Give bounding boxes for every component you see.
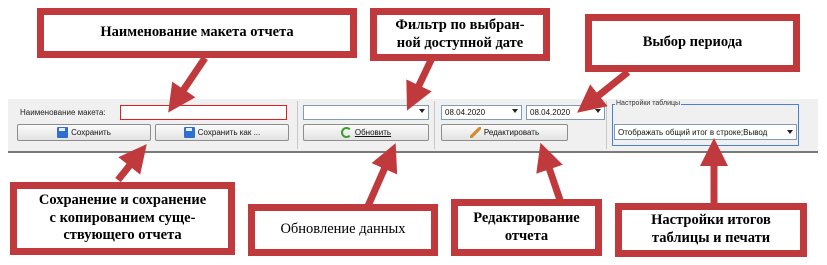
arrow-report-name bbox=[168, 56, 208, 113]
arrow-edit bbox=[536, 142, 564, 202]
arrow-date-filter bbox=[406, 56, 436, 111]
callout-date-filter: Фильтр по выбран- ной доступной дате bbox=[370, 8, 550, 61]
arrow-period bbox=[577, 69, 631, 113]
callout-period: Выбор периода bbox=[585, 14, 800, 72]
callout-report-name: Наименование макета отчета bbox=[37, 8, 357, 58]
callout-refresh: Обновление данных bbox=[248, 204, 438, 256]
callout-settings: Настройки итогов таблицы и печати bbox=[615, 203, 807, 257]
arrow-save bbox=[115, 144, 147, 183]
callout-save: Сохранение и сохранение с копированием с… bbox=[10, 182, 235, 255]
callout-edit: Редактирование отчета bbox=[451, 199, 602, 256]
arrow-refresh bbox=[364, 143, 398, 208]
